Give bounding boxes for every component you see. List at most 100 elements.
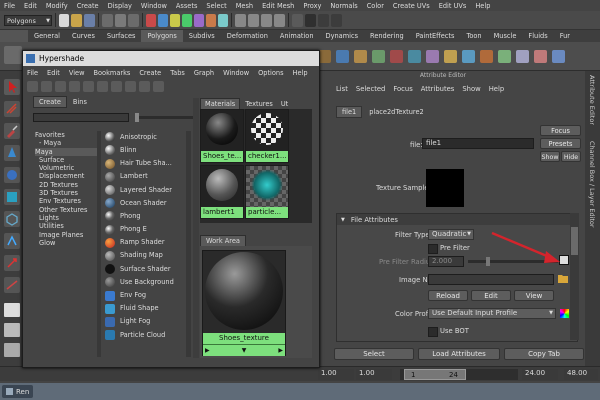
new-scene-icon[interactable] — [59, 13, 69, 27]
work-area-node[interactable]: Shoes_texture ▶ ▼ ▶ — [202, 250, 286, 356]
tree-item-image-planes[interactable]: Image Planes — [35, 231, 97, 239]
taskbar-render-item[interactable]: Ren — [2, 385, 34, 398]
select-object-icon[interactable] — [115, 13, 126, 27]
snap-grid-icon[interactable] — [235, 13, 246, 27]
show-manipulator-icon[interactable] — [4, 255, 20, 271]
rotate-tool-icon[interactable] — [4, 167, 20, 183]
menu-window[interactable]: Window — [141, 2, 167, 10]
snap-surface-icon[interactable] — [274, 13, 285, 27]
shelf-tab-surfaces[interactable]: Surfaces — [101, 32, 142, 40]
work-area-canvas[interactable]: Shoes_texture ▶ ▼ ▶ — [200, 246, 312, 358]
range-end-field[interactable]: 24.00 — [522, 369, 558, 380]
node-ramp-shader[interactable]: Ramp Shader — [103, 237, 185, 250]
menu-proxy[interactable]: Proxy — [303, 2, 321, 10]
scrollbar-thumb[interactable] — [571, 227, 578, 255]
poly-tool-icon[interactable] — [426, 49, 439, 63]
tree-item-glow[interactable]: Glow — [35, 239, 97, 247]
node-phong[interactable]: Phong — [103, 210, 185, 223]
shelf-tab-general[interactable]: General — [28, 32, 66, 40]
input-connections-icon[interactable] — [83, 80, 94, 92]
history-icon[interactable] — [292, 13, 303, 27]
tree-item-2d-textures[interactable]: 2D Textures — [35, 181, 97, 189]
hs-menu-graph[interactable]: Graph — [194, 69, 214, 77]
mask-curves-icon[interactable] — [170, 13, 180, 27]
shelf-tab-toon[interactable]: Toon — [460, 32, 487, 40]
show-button[interactable]: Show — [540, 151, 560, 162]
shelf-tab-dynamics[interactable]: Dynamics — [320, 32, 365, 40]
node-particle-cloud[interactable]: Particle Cloud — [103, 329, 185, 342]
hs-menu-create[interactable]: Create — [139, 69, 161, 77]
hs-tab-textures[interactable]: Textures — [240, 99, 278, 109]
shelf-tab-rendering[interactable]: Rendering — [364, 32, 410, 40]
tree-item-utilities[interactable]: Utilities — [35, 222, 97, 230]
show-bottom-tabs-icon[interactable] — [41, 80, 52, 92]
file-attributes-section-header[interactable]: ▼ File Attributes — [337, 214, 577, 225]
poly-tool-icon[interactable] — [498, 49, 511, 63]
ipr-render-icon[interactable] — [318, 13, 329, 27]
presets-button[interactable]: Presets — [540, 138, 581, 149]
hs-create-filter-slider[interactable] — [135, 113, 195, 122]
node-light-fog[interactable]: Light Fog — [103, 316, 185, 329]
menu-select[interactable]: Select — [206, 2, 226, 10]
node-fluid-shape[interactable]: Fluid Shape — [103, 302, 185, 315]
hide-button[interactable]: Hide — [561, 151, 581, 162]
shelf-settings-icon[interactable] — [4, 46, 22, 64]
tree-item-other-textures[interactable]: Other Textures — [35, 206, 97, 214]
poly-tool-icon[interactable] — [444, 49, 457, 63]
layout-four-icon[interactable] — [4, 323, 20, 337]
mask-dynamics-icon[interactable] — [206, 13, 216, 27]
poly-tool-icon[interactable] — [534, 49, 547, 63]
tree-item-maya[interactable]: Maya — [35, 147, 97, 156]
shelf-tab-deformation[interactable]: Deformation — [221, 32, 274, 40]
hypershade-title-bar[interactable]: Hypershade — [23, 51, 319, 66]
save-scene-icon[interactable] — [84, 13, 95, 27]
scale-tool-icon[interactable] — [4, 189, 20, 205]
image-name-field[interactable] — [428, 274, 554, 285]
tree-item-displacement[interactable]: Displacement — [35, 172, 97, 180]
reload-button[interactable]: Reload — [428, 290, 468, 301]
render-settings-icon[interactable] — [331, 13, 342, 27]
node-layered-shader[interactable]: Layered Shader — [103, 184, 185, 197]
node-anisotropic[interactable]: Anisotropic — [103, 131, 185, 144]
shelf-tab-curves[interactable]: Curves — [66, 32, 101, 40]
node-blinn[interactable]: Blinn — [103, 144, 185, 157]
expand-node-icon[interactable]: ▼ — [242, 347, 247, 354]
ae-menu-help[interactable]: Help — [489, 85, 505, 93]
tree-item-env-textures[interactable]: Env Textures — [35, 197, 97, 205]
edit-button[interactable]: Edit — [471, 290, 511, 301]
shelf-tab-subdivs[interactable]: Subdivs — [183, 32, 221, 40]
hs-menu-bookmarks[interactable]: Bookmarks — [93, 69, 130, 77]
hs-menu-options[interactable]: Options — [258, 69, 283, 77]
mask-deformations-icon[interactable] — [194, 13, 204, 27]
filter-type-dropdown[interactable]: Quadratic ▼ — [428, 229, 474, 240]
use-bot-checkbox[interactable] — [428, 327, 438, 337]
snap-curve-icon[interactable] — [248, 13, 259, 27]
poly-tool-icon[interactable] — [390, 49, 403, 63]
render-icon[interactable] — [125, 80, 136, 92]
move-tool-icon[interactable] — [4, 145, 20, 161]
select-hierarchy-icon[interactable] — [102, 13, 113, 27]
poly-tool-icon[interactable] — [516, 49, 529, 63]
select-component-icon[interactable] — [128, 13, 139, 27]
menu-assets[interactable]: Assets — [176, 2, 197, 10]
select-button[interactable]: Select — [334, 348, 414, 360]
node-lambert[interactable]: Lambert — [103, 171, 185, 184]
output-connections-icon[interactable] — [97, 80, 108, 92]
tree-scrollbar[interactable] — [97, 131, 101, 357]
swatch-shoes-texture[interactable]: Shoes_te... — [200, 109, 244, 163]
last-tool-icon[interactable] — [4, 277, 20, 293]
graph-materials-icon[interactable] — [69, 80, 80, 92]
menu-edit-uvs[interactable]: Edit UVs — [439, 2, 467, 10]
range-slider-handle[interactable]: 1 24 — [404, 369, 466, 380]
texture-sample-swatch[interactable] — [426, 169, 464, 207]
end-time-field[interactable]: 48.00 — [564, 369, 598, 380]
select-tool-icon[interactable] — [4, 79, 20, 95]
hs-menu-help[interactable]: Help — [293, 69, 308, 77]
menu-mesh[interactable]: Mesh — [236, 2, 253, 10]
swatch-lambert1[interactable]: lambert1 — [200, 165, 244, 219]
shelf-tab-animation[interactable]: Animation — [274, 32, 320, 40]
ae-menu-selected[interactable]: Selected — [356, 85, 385, 93]
side-tab-attribute-editor[interactable]: Attribute Editor — [588, 75, 596, 125]
swatch-size-icon[interactable] — [153, 80, 164, 92]
shelf-tab-fluids[interactable]: Fluids — [522, 32, 553, 40]
